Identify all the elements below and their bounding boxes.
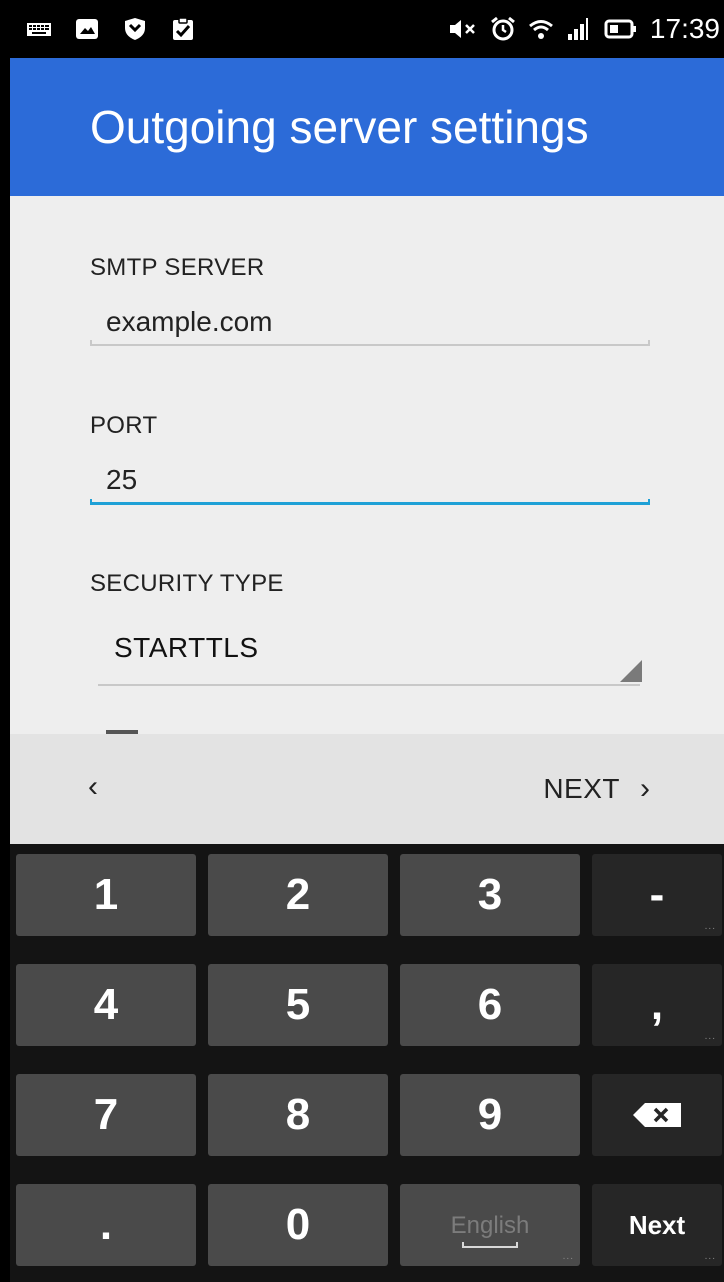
key-period[interactable]: .	[16, 1184, 196, 1266]
key-7[interactable]: 7	[16, 1074, 196, 1156]
keyboard-next-key[interactable]: Next ...	[592, 1184, 722, 1266]
port-underline	[90, 499, 650, 505]
key-4[interactable]: 4	[16, 964, 196, 1046]
key-comma[interactable]: , ...	[592, 964, 722, 1046]
wifi-icon	[528, 20, 553, 39]
space-bar-icon	[462, 1242, 518, 1248]
key-1[interactable]: 1	[16, 854, 196, 936]
dropdown-arrow-icon[interactable]	[620, 660, 642, 682]
key-2[interactable]: 2	[208, 854, 388, 936]
key-3[interactable]: 3	[400, 854, 580, 936]
smtp-server-underline	[90, 340, 650, 346]
next-button-label: NEXT	[543, 773, 620, 804]
bottom-nav: ‹ NEXT ›	[10, 734, 724, 844]
status-bar: 17:39	[0, 0, 724, 58]
status-time: 17:39	[649, 13, 720, 44]
backspace-key[interactable]	[592, 1074, 722, 1156]
key-comma-label: ,	[650, 980, 664, 1029]
numeric-keyboard: 1 2 3 - ... 4 5 6 , ... 7 8 9 . 0 Englis…	[10, 844, 724, 1282]
port-input[interactable]: 25	[106, 464, 137, 496]
page-title: Outgoing server settings	[90, 101, 589, 153]
mute-icon	[449, 20, 475, 38]
alarm-icon	[490, 16, 515, 41]
key-0[interactable]: 0	[208, 1184, 388, 1266]
smtp-server-label: SMTP SERVER	[90, 254, 265, 281]
keyboard-next-label: Next	[628, 1209, 686, 1240]
space-key-label: English	[450, 1212, 530, 1239]
security-type-underline	[98, 684, 640, 686]
app-bar: Outgoing server settings	[10, 58, 724, 196]
chevron-left-icon: ‹	[88, 770, 98, 803]
settings-form: SMTP SERVER example.com PORT 25 SECURITY…	[10, 196, 724, 734]
key-minus[interactable]: - ...	[592, 854, 722, 936]
security-type-dropdown[interactable]: STARTTLS	[114, 632, 259, 664]
back-button[interactable]: ‹	[88, 770, 98, 804]
smtp-server-input[interactable]: example.com	[106, 306, 273, 338]
space-key[interactable]: English ...	[400, 1184, 580, 1266]
security-type-label: SECURITY TYPE	[90, 570, 284, 597]
image-icon	[76, 19, 98, 39]
key-6[interactable]: 6	[400, 964, 580, 1046]
battery-icon	[604, 19, 636, 39]
key-8[interactable]: 8	[208, 1074, 388, 1156]
key-9[interactable]: 9	[400, 1074, 580, 1156]
key-minus-label: -	[649, 870, 665, 919]
chevron-right-icon: ›	[640, 772, 650, 805]
port-label: PORT	[90, 412, 158, 439]
backspace-icon	[633, 1103, 681, 1127]
key-5[interactable]: 5	[208, 964, 388, 1046]
shield-icon	[125, 18, 145, 40]
next-button[interactable]: NEXT ›	[543, 772, 650, 806]
clipboard-check-icon	[173, 17, 193, 40]
signal-icon	[567, 18, 588, 40]
keyboard-icon	[27, 23, 51, 36]
